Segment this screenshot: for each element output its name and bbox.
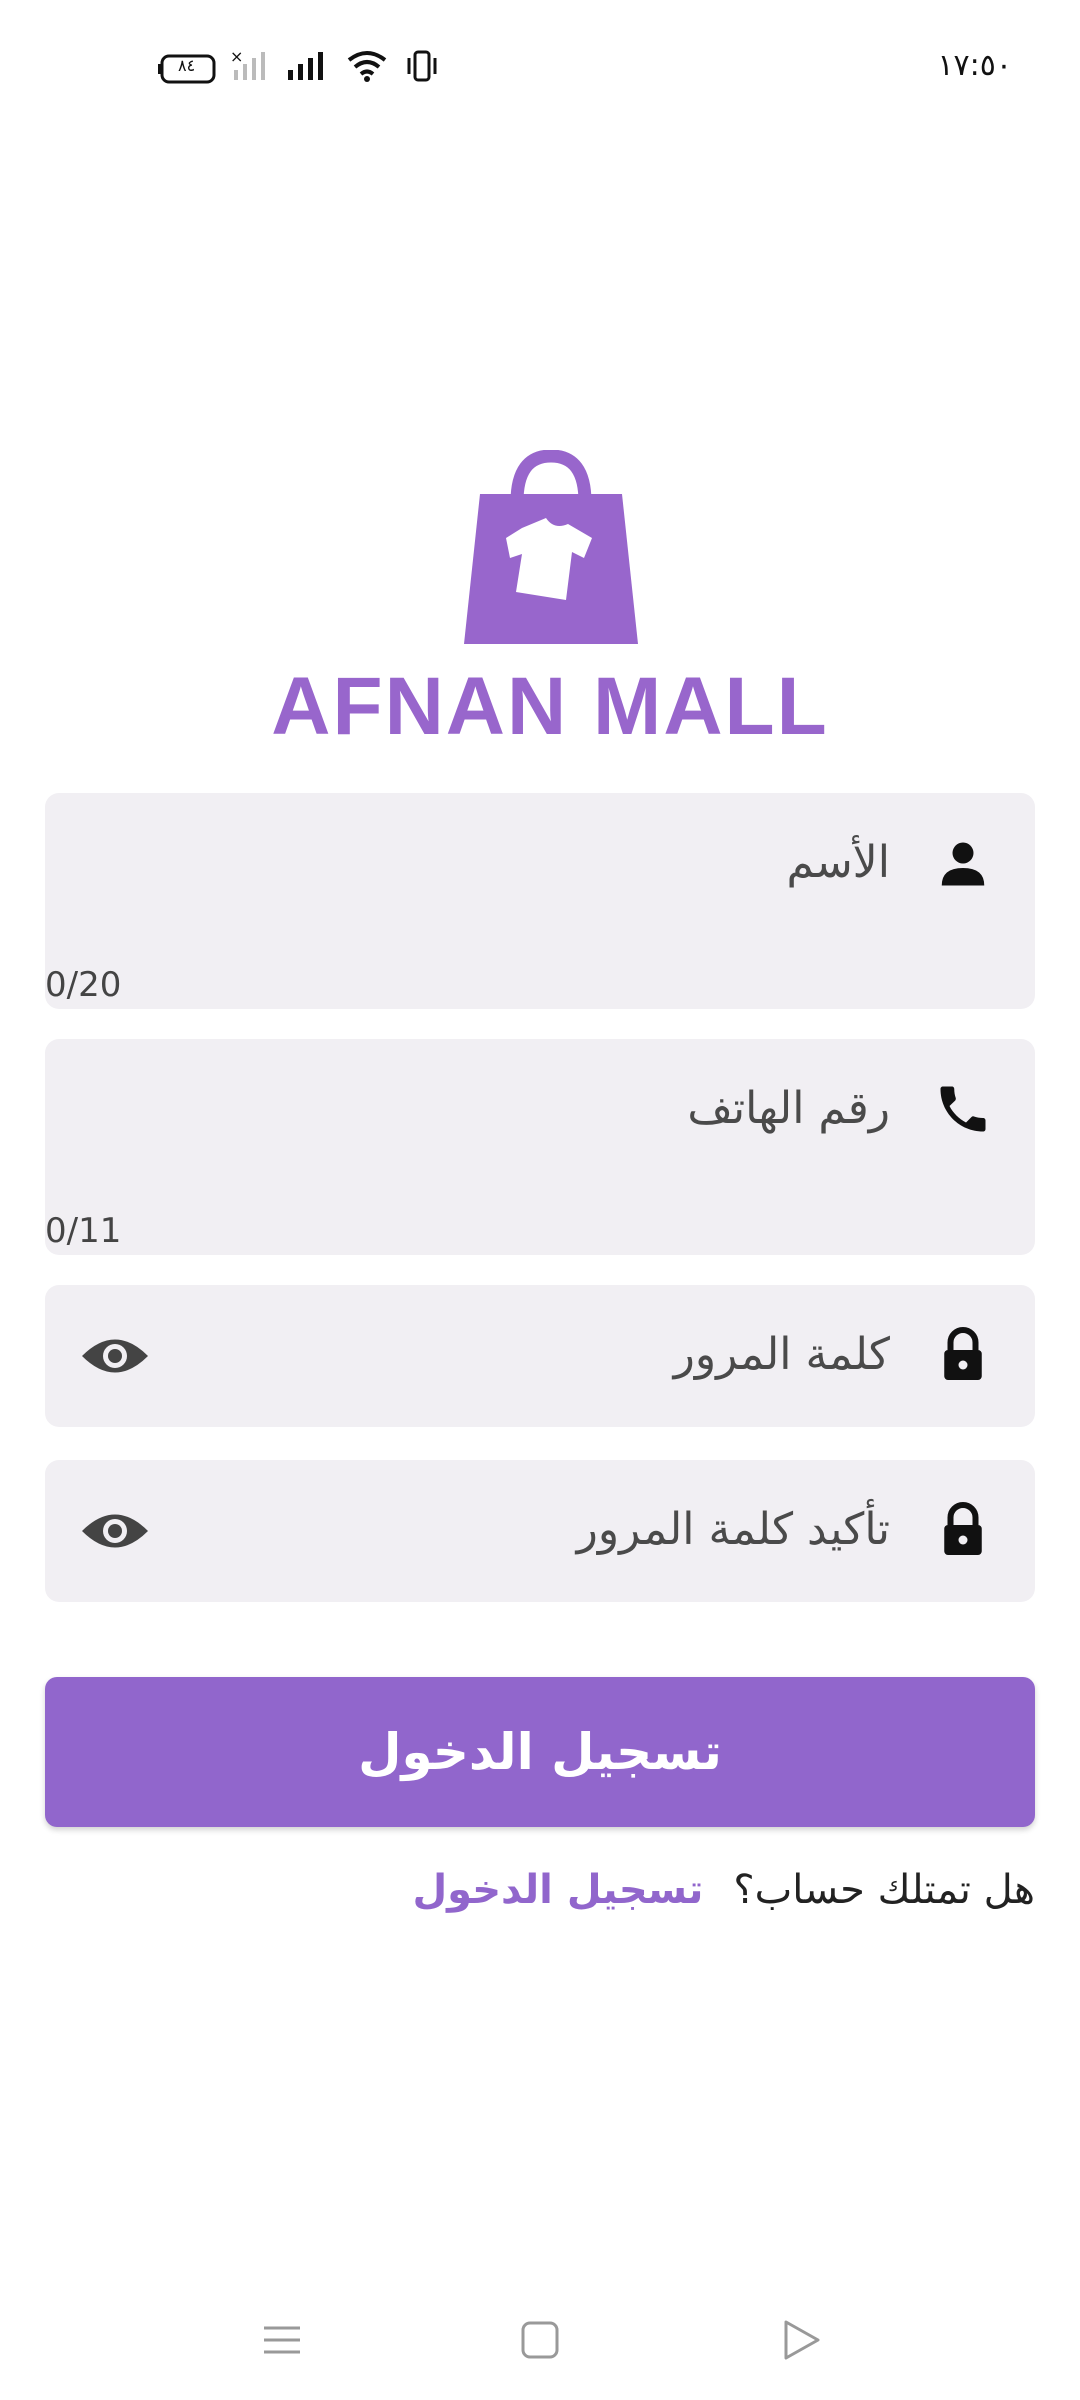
phone-counter: 0/11 xyxy=(45,1211,122,1251)
signal-icon xyxy=(286,48,326,88)
name-counter: 0/20 xyxy=(45,965,122,1005)
navigation-bar xyxy=(0,2300,1080,2400)
register-button-label: تسجيل الدخول xyxy=(358,1723,722,1781)
name-field[interactable]: الأسم xyxy=(45,793,1035,1009)
phone-field[interactable]: رقم الهاتف xyxy=(45,1039,1035,1255)
lock-icon xyxy=(933,1500,993,1560)
wifi-icon xyxy=(346,48,388,88)
password-field[interactable]: كلمة المرور xyxy=(45,1285,1035,1427)
password-placeholder: كلمة المرور xyxy=(673,1329,890,1380)
vibrate-icon xyxy=(404,48,440,88)
phone-placeholder: رقم الهاتف xyxy=(687,1083,890,1134)
battery-icon: ٨٤ xyxy=(158,54,218,88)
confirm-password-placeholder: تأكيد كلمة المرور xyxy=(576,1504,890,1555)
no-signal-icon: × xyxy=(230,47,270,88)
register-button[interactable]: تسجيل الدخول xyxy=(45,1677,1035,1827)
phone-icon xyxy=(933,1079,993,1139)
status-bar: ٨٤ × ١٧:٥٠ xyxy=(0,0,1080,140)
logo-text: AFNAN MALL xyxy=(271,661,829,752)
shopping-bag-icon xyxy=(462,449,640,646)
name-placeholder: الأسم xyxy=(786,837,890,888)
lock-icon xyxy=(933,1325,993,1385)
battery-level: ٨٤ xyxy=(178,56,196,75)
menu-icon[interactable] xyxy=(252,2310,312,2370)
back-icon[interactable] xyxy=(770,2310,830,2370)
home-icon[interactable] xyxy=(510,2310,570,2370)
have-account-text: هل تمتلك حساب؟ xyxy=(733,1867,1035,1913)
clock: ١٧:٥٠ xyxy=(937,48,1012,83)
person-icon xyxy=(933,833,993,893)
have-account-row: هل تمتلك حساب؟ تسجيل الدخول xyxy=(412,1860,1035,1920)
login-link[interactable]: تسجيل الدخول xyxy=(412,1867,703,1913)
show-password-eye-icon[interactable] xyxy=(80,1331,150,1381)
svg-text:×: × xyxy=(230,48,243,66)
app-logo: AFNAN MALL xyxy=(0,449,1080,752)
show-confirm-password-eye-icon[interactable] xyxy=(80,1506,150,1556)
confirm-password-field[interactable]: تأكيد كلمة المرور xyxy=(45,1460,1035,1602)
